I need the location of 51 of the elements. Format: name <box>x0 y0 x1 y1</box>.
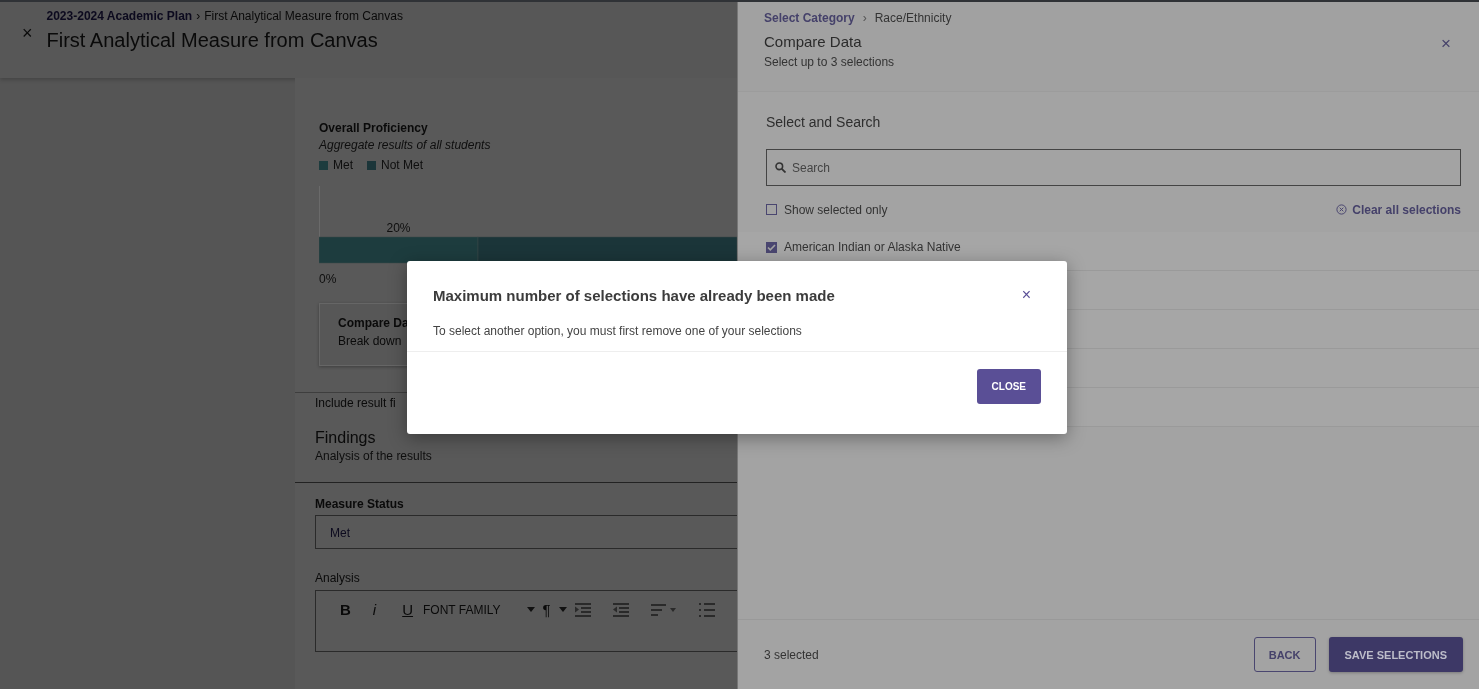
checkmark-icon <box>767 242 776 252</box>
search-icon <box>775 162 786 173</box>
bar-value-label: 20% <box>386 221 411 235</box>
axis-label: 0% <box>319 272 337 286</box>
align-icon[interactable] <box>650 603 677 616</box>
show-selected-checkbox[interactable]: Show selected only <box>766 202 888 217</box>
chart-title: Overall Proficiency <box>319 121 429 135</box>
outdent-icon[interactable] <box>612 602 629 617</box>
toolbar-dropdown[interactable]: ¶ <box>542 601 567 618</box>
option-checkbox[interactable]: American Indian or Alaska Native <box>766 240 1479 254</box>
field-label: Measure Status <box>315 497 405 511</box>
save-selections-button[interactable]: SAVE SELECTIONS <box>1328 637 1463 672</box>
underline-button[interactable]: U <box>402 601 414 618</box>
italic-button[interactable]: i <box>372 601 377 618</box>
rich-text-editor[interactable]: B i U FONT FAMILY ¶ <box>315 590 737 652</box>
breadcrumb-link[interactable]: 2023-2024 Academic Plan <box>46 9 193 23</box>
dialog-title: Maximum number of selections have already been made <box>433 286 835 304</box>
circled-x-icon <box>1336 204 1348 215</box>
card-text: Break down <box>338 334 402 348</box>
selected-count: 3 selected <box>764 647 819 662</box>
drawer-title: Compare Data <box>764 33 863 50</box>
page-title: First Analytical Measure from Canvas <box>46 29 379 52</box>
close-icon[interactable]: × <box>1441 35 1451 53</box>
close-icon[interactable]: × <box>22 23 33 43</box>
section-title: Findings <box>315 429 377 447</box>
section-title: Select and Search <box>766 114 882 130</box>
list-icon[interactable] <box>698 602 715 617</box>
dialog-message: To select another option, you must first remove one of your selections <box>407 304 1067 352</box>
status-select[interactable]: Met <box>315 515 737 549</box>
toolbar-dropdown[interactable]: FONT FAMILY <box>423 602 535 617</box>
breadcrumb-current: First Analytical Measure from Canvas <box>204 9 403 23</box>
breadcrumb-separator: › <box>196 9 201 23</box>
legend-item: Not Met <box>367 158 424 172</box>
back-button[interactable]: BACK <box>1253 637 1316 672</box>
chart-subtitle: Aggregate results of all students <box>319 138 492 152</box>
close-button[interactable]: CLOSE <box>976 369 1041 404</box>
legend-item: Met <box>319 158 353 172</box>
section-subtitle: Analysis of the results <box>315 449 433 463</box>
drawer-subtitle: Select up to 3 selections <box>764 55 896 69</box>
field-label: Analysis <box>315 571 361 585</box>
close-icon[interactable]: × <box>1021 286 1031 304</box>
caret-icon <box>526 607 535 612</box>
caret-icon <box>558 607 567 612</box>
clear-all-link[interactable]: Clear all selections <box>1336 202 1461 217</box>
include-text: Include result fi <box>315 396 396 410</box>
breadcrumb-separator: › <box>862 11 867 25</box>
indent-icon[interactable] <box>574 602 591 617</box>
breadcrumb-current: Race/Ethnicity <box>874 11 952 25</box>
breadcrumb-link[interactable]: Select Category <box>764 11 855 25</box>
bold-button[interactable]: B <box>340 601 351 618</box>
search-field[interactable]: Search <box>766 149 1461 186</box>
